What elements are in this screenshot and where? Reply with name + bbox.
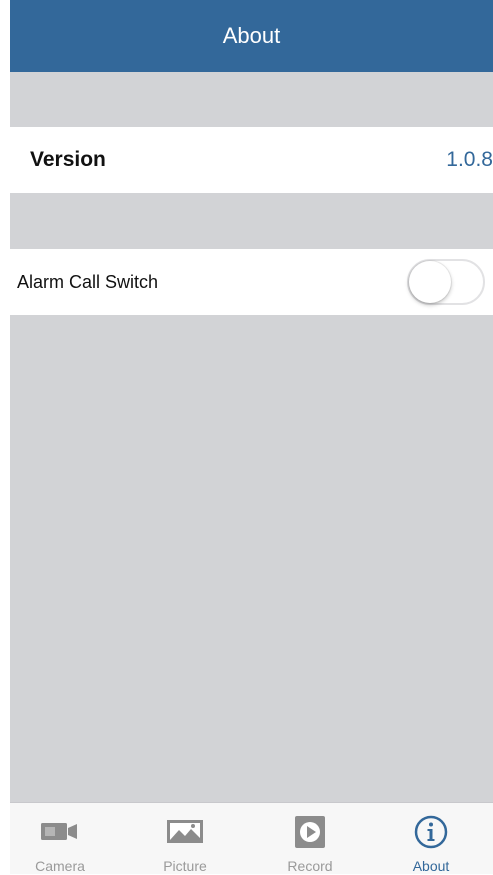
tab-picture[interactable]: Picture xyxy=(140,803,230,875)
tab-record[interactable]: Record xyxy=(265,803,355,875)
camera-icon xyxy=(38,813,82,849)
alarm-call-switch-toggle[interactable] xyxy=(407,259,485,305)
alarm-call-switch-label: Alarm Call Switch xyxy=(17,271,159,292)
version-label: Version xyxy=(30,148,106,171)
tab-record-label: Record xyxy=(287,858,333,874)
picture-icon xyxy=(163,813,207,849)
tab-camera[interactable]: Camera xyxy=(15,803,105,875)
version-value: 1.0.8 xyxy=(446,148,493,171)
navigation-bar: About xyxy=(10,0,493,72)
version-row: Version 1.0.8 xyxy=(10,127,493,193)
record-icon xyxy=(288,813,332,849)
tab-bar: Camera Picture Record About xyxy=(10,802,493,874)
info-icon xyxy=(409,813,453,849)
tab-camera-label: Camera xyxy=(35,858,85,874)
alarm-call-switch-row: Alarm Call Switch xyxy=(10,249,493,315)
toggle-knob xyxy=(409,261,451,303)
tab-picture-label: Picture xyxy=(163,858,207,874)
tab-about-label: About xyxy=(412,858,450,874)
tab-about[interactable]: About xyxy=(386,803,476,875)
app-screen: About Version 1.0.8 Alarm Call Switch Ca… xyxy=(10,0,493,874)
page-title: About xyxy=(222,23,281,48)
